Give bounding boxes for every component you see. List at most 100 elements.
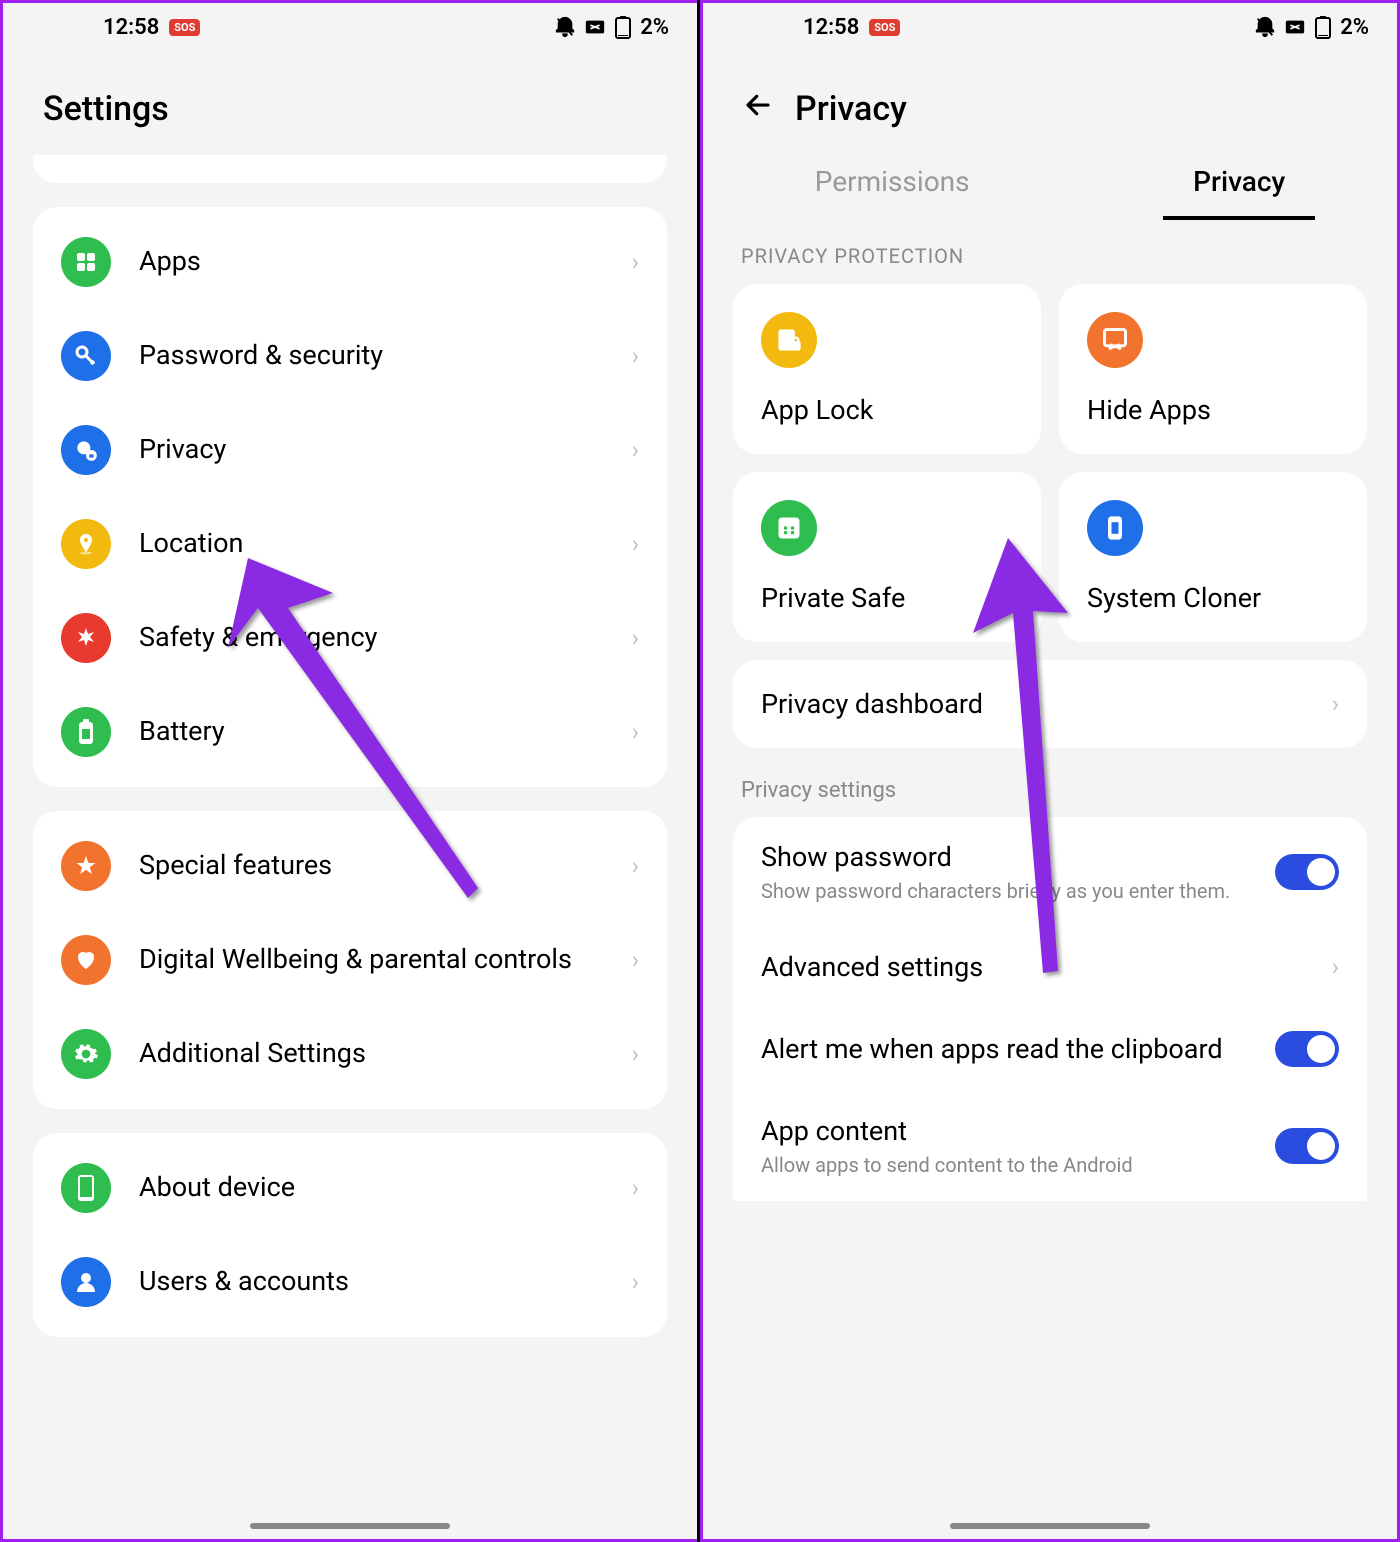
- apps-icon: [61, 237, 111, 287]
- card-icon: [584, 16, 606, 38]
- settings-title: Settings: [43, 89, 169, 129]
- setting-app-content[interactable]: App content Allow apps to send content t…: [733, 1091, 1367, 1201]
- toggle-app-content[interactable]: [1275, 1128, 1339, 1164]
- protection-grid: App Lock Hide Apps Private Safe System C…: [733, 284, 1367, 642]
- settings-group-0: Apps › Password & security › Privacy › L…: [33, 207, 667, 787]
- setting-title: Show password: [761, 841, 1255, 873]
- privacy-content[interactable]: PRIVACY PROTECTION App Lock Hide Apps Pr…: [703, 220, 1397, 1201]
- chevron-right-icon: ›: [1332, 953, 1339, 981]
- row-label: Safety & emergency: [139, 621, 632, 655]
- settings-group-2: About device › Users & accounts ›: [33, 1133, 667, 1337]
- section-privacy-settings: Privacy settings: [733, 748, 1367, 813]
- do-not-disturb-icon: [1254, 16, 1276, 38]
- tile-private-safe[interactable]: Private Safe: [733, 472, 1041, 642]
- page-title: Settings: [3, 51, 697, 155]
- safe-icon: [761, 500, 817, 556]
- chevron-right-icon: ›: [632, 946, 639, 974]
- chevron-right-icon: ›: [632, 852, 639, 880]
- heart-icon: [61, 935, 111, 985]
- row-safety-emergency[interactable]: Safety & emergency ›: [33, 591, 667, 685]
- applock-icon: [761, 312, 817, 368]
- tile-app-lock[interactable]: App Lock: [733, 284, 1041, 454]
- battery-icon: [1314, 15, 1332, 39]
- battery-icon: [614, 15, 632, 39]
- sos-badge: SOS: [169, 19, 200, 36]
- row-label: Privacy: [139, 433, 632, 467]
- card-icon: [1284, 16, 1306, 38]
- tile-label: Private Safe: [761, 582, 1013, 614]
- chevron-right-icon: ›: [632, 342, 639, 370]
- privacy-icon: [61, 425, 111, 475]
- tile-hide-apps[interactable]: Hide Apps: [1059, 284, 1367, 454]
- row-password-security[interactable]: Password & security ›: [33, 309, 667, 403]
- row-label: Apps: [139, 245, 632, 279]
- tile-label: Hide Apps: [1087, 394, 1339, 426]
- chevron-right-icon: ›: [632, 624, 639, 652]
- battery-percent: 2%: [640, 15, 669, 40]
- tab-privacy[interactable]: Privacy: [1163, 155, 1315, 220]
- emergency-icon: [61, 613, 111, 663]
- tile-label: App Lock: [761, 394, 1013, 426]
- row-additional-settings[interactable]: Additional Settings ›: [33, 1007, 667, 1101]
- toggle-clipboard-alert[interactable]: [1275, 1031, 1339, 1067]
- setting-show-password[interactable]: Show password Show password characters b…: [733, 817, 1367, 927]
- row-label: Users & accounts: [139, 1265, 632, 1299]
- chevron-right-icon: ›: [632, 1268, 639, 1296]
- privacy-dashboard[interactable]: Privacy dashboard ›: [733, 660, 1367, 748]
- status-time: 12:58: [803, 15, 859, 40]
- row-label: About device: [139, 1171, 632, 1205]
- tile-system-cloner[interactable]: System Cloner: [1059, 472, 1367, 642]
- sos-badge: SOS: [869, 19, 900, 36]
- setting-subtitle: Show password characters briefly as you …: [761, 879, 1255, 903]
- row-apps[interactable]: Apps ›: [33, 215, 667, 309]
- setting-title: App content: [761, 1115, 1255, 1147]
- row-location[interactable]: Location ›: [33, 497, 667, 591]
- setting-advanced[interactable]: Advanced settings ›: [733, 927, 1367, 1007]
- nav-handle[interactable]: [950, 1523, 1150, 1529]
- setting-title: Advanced settings: [761, 951, 1312, 983]
- privacy-header: Privacy: [703, 51, 1397, 155]
- chevron-right-icon: ›: [632, 1174, 639, 1202]
- statusbar: 12:58 SOS 2%: [3, 3, 697, 51]
- row-privacy[interactable]: Privacy ›: [33, 403, 667, 497]
- battery-row-icon: [61, 707, 111, 757]
- chevron-right-icon: ›: [1332, 690, 1339, 718]
- do-not-disturb-icon: [554, 16, 576, 38]
- row-users-accounts[interactable]: Users & accounts ›: [33, 1235, 667, 1329]
- row-label: Password & security: [139, 339, 632, 373]
- chevron-right-icon: ›: [632, 248, 639, 276]
- row-about-device[interactable]: About device ›: [33, 1141, 667, 1235]
- phone-privacy: 12:58 SOS 2% Privacy Permissions Privacy…: [700, 0, 1400, 1542]
- location-icon: [61, 519, 111, 569]
- chevron-right-icon: ›: [632, 718, 639, 746]
- settings-group-1: Special features › Digital Wellbeing & p…: [33, 811, 667, 1109]
- toggle-show-password[interactable]: [1275, 854, 1339, 890]
- setting-clipboard-alert[interactable]: Alert me when apps read the clipboard: [733, 1007, 1367, 1091]
- row-battery[interactable]: Battery ›: [33, 685, 667, 779]
- settings-list[interactable]: Apps › Password & security › Privacy › L…: [3, 155, 697, 1337]
- section-privacy-protection: PRIVACY PROTECTION: [733, 220, 1367, 284]
- row-digital-wellbeing[interactable]: Digital Wellbeing & parental controls ›: [33, 913, 667, 1007]
- status-time: 12:58: [103, 15, 159, 40]
- row-label: Battery: [139, 715, 632, 749]
- row-special-features[interactable]: Special features ›: [33, 819, 667, 913]
- setting-subtitle: Allow apps to send content to the Androi…: [761, 1153, 1255, 1177]
- chevron-right-icon: ›: [632, 530, 639, 558]
- clone-icon: [1087, 500, 1143, 556]
- statusbar: 12:58 SOS 2%: [703, 3, 1397, 51]
- hide-icon: [1087, 312, 1143, 368]
- nav-handle[interactable]: [250, 1523, 450, 1529]
- chevron-right-icon: ›: [632, 1040, 639, 1068]
- gear-icon: [61, 1029, 111, 1079]
- phone-settings: 12:58 SOS 2% Settings Apps › Password & …: [0, 0, 700, 1542]
- user-icon: [61, 1257, 111, 1307]
- key-icon: [61, 331, 111, 381]
- chevron-right-icon: ›: [632, 436, 639, 464]
- tab-permissions[interactable]: Permissions: [785, 155, 1000, 220]
- tabs: Permissions Privacy: [703, 155, 1397, 220]
- row-label: Special features: [139, 849, 632, 883]
- row-label: Digital Wellbeing & parental controls: [139, 943, 632, 977]
- back-button[interactable]: [743, 90, 773, 128]
- setting-title: Alert me when apps read the clipboard: [761, 1033, 1255, 1065]
- dashboard-label: Privacy dashboard: [761, 688, 983, 720]
